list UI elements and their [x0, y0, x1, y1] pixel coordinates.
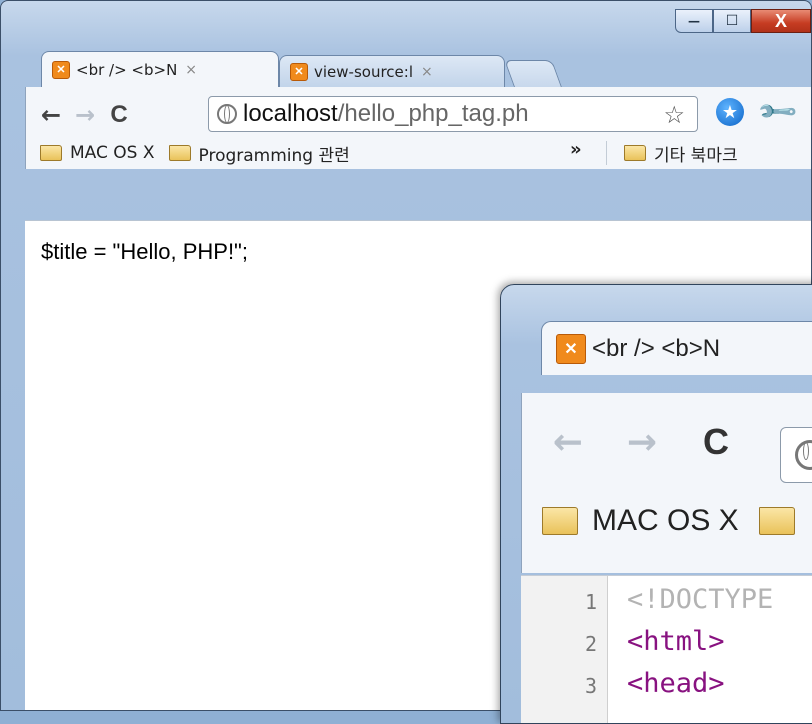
close-icon: X: [774, 10, 787, 31]
source-line: 1 <!DOCTYPE: [521, 582, 812, 622]
navigation-row: ← → C: [522, 407, 812, 483]
bookmark-label: 기타 북마크: [654, 145, 738, 166]
bookmarks-bar: MAC OS X: [522, 485, 812, 557]
line-number: 1: [584, 590, 597, 614]
bookmark-label: MAC OS X: [592, 504, 739, 537]
source-code: <head>: [627, 668, 725, 699]
globe-icon: [217, 104, 237, 124]
bookmark-folder-partial[interactable]: [758, 507, 795, 535]
source-line: 2 <html>: [521, 624, 812, 664]
browser-toolbar: ← → C MAC OS X: [521, 393, 812, 573]
xampp-favicon-icon: ✕: [556, 333, 586, 364]
tab-title: <br /> <b>N: [592, 334, 721, 362]
folder-icon: [758, 507, 795, 535]
reload-button[interactable]: C: [692, 418, 740, 466]
tab-php-output[interactable]: ✕ <br /> <b>N ×: [41, 51, 279, 87]
minimize-icon: —: [688, 14, 700, 28]
source-line: 3 <head>: [521, 666, 812, 706]
other-bookmarks-folder[interactable]: 기타 북마크: [624, 141, 738, 166]
line-number: 3: [584, 674, 597, 698]
globe-icon: [795, 440, 812, 470]
tab-php-output[interactable]: ✕ <br /> <b>N: [541, 321, 812, 375]
forward-arrow-icon: →: [626, 421, 658, 463]
forward-arrow-icon: →: [74, 101, 96, 129]
bookmarks-overflow-chevron-icon[interactable]: »: [570, 139, 582, 160]
folder-icon: [40, 145, 62, 161]
folder-icon: [168, 145, 191, 161]
minimize-button[interactable]: —: [675, 9, 713, 33]
reload-icon: C: [703, 421, 729, 462]
new-tab-button[interactable]: [504, 60, 562, 87]
bookmark-folder-programming[interactable]: Programming 관련: [168, 141, 350, 166]
url-path: /hello_php_tag.ph: [337, 100, 529, 127]
maximize-icon: ☐: [725, 13, 739, 29]
forward-button[interactable]: →: [618, 418, 666, 466]
folder-icon: [542, 507, 578, 535]
tab-close-icon[interactable]: ×: [421, 64, 433, 80]
reload-icon: C: [110, 101, 128, 128]
source-code: <!DOCTYPE: [627, 584, 774, 615]
tab-title: <br /> <b>N: [76, 60, 178, 79]
back-button[interactable]: ←: [544, 418, 592, 466]
tab-title: view-source:l: [314, 62, 413, 81]
bookmark-folder-macosx[interactable]: MAC OS X: [40, 143, 155, 163]
xampp-favicon-icon: ✕: [290, 62, 308, 81]
forward-button[interactable]: →: [68, 98, 102, 132]
reload-button[interactable]: C: [102, 98, 136, 132]
bookmark-star-icon[interactable]: ☆: [663, 101, 685, 130]
page-text: $title = "Hello, PHP!";: [41, 239, 248, 264]
extension-star-icon[interactable]: ★: [716, 98, 744, 126]
back-arrow-icon: ←: [40, 101, 62, 129]
wrench-icon[interactable]: 🔧: [756, 90, 800, 134]
bookmark-label: MAC OS X: [70, 143, 155, 163]
browser-window-zoomed: ✕ <br /> <b>N ← → C MAC OS X 1 <!DOCTYPE: [500, 284, 812, 724]
url-host: localhost: [243, 100, 338, 127]
maximize-button[interactable]: ☐: [713, 9, 751, 33]
bookmark-label: Programming 관련: [198, 145, 350, 166]
address-bar[interactable]: localhost/hello_php_tag.ph ☆: [208, 96, 698, 132]
line-number: 2: [584, 632, 597, 656]
extension-star-glyph: ★: [721, 101, 739, 123]
source-code: <html>: [627, 626, 725, 657]
tab-close-icon[interactable]: ×: [185, 62, 197, 78]
navigation-row: ← → C localhost/hello_php_tag.ph ☆ ★ 🔧: [26, 90, 811, 137]
close-window-button[interactable]: X: [751, 9, 811, 33]
bookmarks-separator: [606, 141, 607, 165]
back-arrow-icon: ←: [552, 421, 584, 463]
folder-icon: [624, 145, 646, 161]
window-controls: — ☐ X: [675, 9, 811, 33]
view-source-pane: 1 <!DOCTYPE 2 <html> 3 <head>: [521, 575, 812, 723]
tab-view-source[interactable]: ✕ view-source:l ×: [279, 55, 505, 87]
tab-strip: ✕ <br /> <b>N × ✕ view-source:l ×: [41, 51, 562, 87]
toolbar-right-buttons: ★ 🔧: [716, 90, 800, 134]
back-button[interactable]: ←: [34, 98, 68, 132]
xampp-favicon-icon: ✕: [52, 60, 70, 79]
tab-strip: ✕ <br /> <b>N: [541, 321, 812, 375]
address-bar[interactable]: [780, 427, 812, 483]
bookmarks-bar: MAC OS X Programming 관련 » 기타 북마크: [26, 137, 811, 169]
browser-toolbar: ← → C localhost/hello_php_tag.ph ☆ ★ 🔧 M…: [25, 87, 811, 169]
bookmark-folder-macosx[interactable]: MAC OS X: [542, 504, 739, 538]
